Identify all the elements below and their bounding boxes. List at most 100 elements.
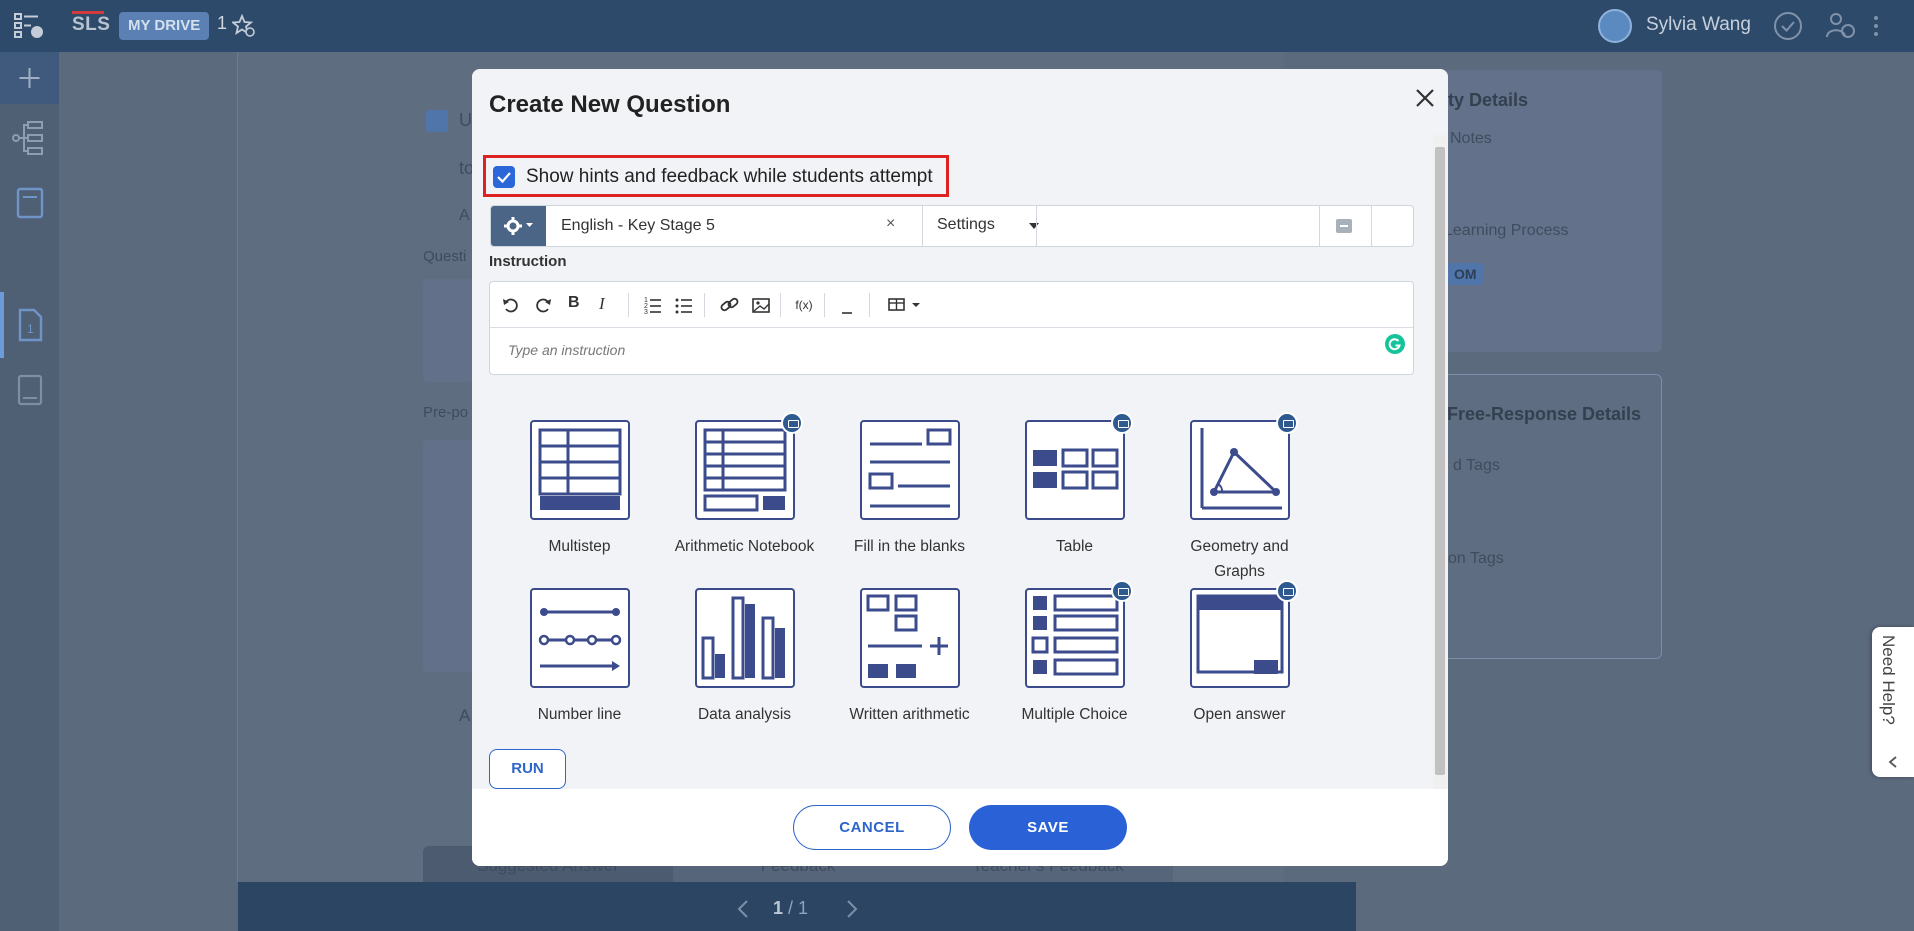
- run-button[interactable]: RUN: [489, 749, 566, 789]
- save-button[interactable]: SAVE: [969, 805, 1127, 850]
- bullet-list-icon[interactable]: [675, 294, 693, 316]
- people-switch-icon[interactable]: [1824, 11, 1856, 46]
- chevron-right-icon[interactable]: [845, 899, 859, 919]
- qtype-label: Geometry and Graphs: [1190, 538, 1289, 580]
- qtype-label: Written arithmetic: [849, 706, 970, 723]
- chevron-left-icon[interactable]: [736, 899, 750, 919]
- italic-icon[interactable]: I: [599, 294, 605, 316]
- instruction-editor[interactable]: B I 123 f(x) Type an instruction: [489, 281, 1414, 375]
- qtype-fill-in-the-blanks[interactable]: Fill in the blanks: [837, 420, 982, 559]
- blank-line-icon[interactable]: [840, 294, 854, 316]
- bg-text-fragment: A: [459, 706, 471, 725]
- qtype-multiple-choice[interactable]: Multiple Choice: [1002, 580, 1147, 727]
- active-indicator: [0, 292, 4, 358]
- instruction-label: Instruction: [489, 253, 567, 270]
- chevron-left-small-icon: [1888, 756, 1897, 768]
- divider: [1036, 206, 1037, 246]
- add-button[interactable]: [0, 52, 59, 104]
- tag-clear-button[interactable]: ×: [886, 215, 895, 233]
- qtype-table[interactable]: Table: [1002, 412, 1147, 559]
- divider: [922, 206, 923, 246]
- multistep-icon: [529, 420, 630, 520]
- hint-feedback-option[interactable]: Show hints and feedback while students a…: [483, 155, 949, 197]
- ordered-list-icon[interactable]: 123: [644, 294, 662, 316]
- cancel-button[interactable]: CANCEL: [793, 805, 951, 850]
- grammarly-icon[interactable]: [1385, 334, 1405, 354]
- pager-current: 1: [773, 898, 784, 918]
- close-icon[interactable]: [1410, 83, 1440, 113]
- more-vertical-icon[interactable]: [1872, 14, 1880, 43]
- scrollbar[interactable]: [1433, 135, 1447, 790]
- collapse-icon[interactable]: [1336, 219, 1352, 233]
- qtype-label: Table: [1055, 538, 1094, 555]
- qtype-multistep[interactable]: Multistep: [507, 420, 652, 559]
- divider: [628, 293, 629, 317]
- qtype-label: Open answer: [1193, 706, 1286, 723]
- geometry-graphs-icon: [1189, 412, 1298, 520]
- need-help-tab[interactable]: Need Help?: [1872, 627, 1914, 777]
- tree-structure-icon[interactable]: [10, 118, 50, 158]
- qtype-open-answer[interactable]: Open answer: [1167, 580, 1312, 727]
- bg-prepost-label: Pre-po: [423, 404, 469, 421]
- my-drive-badge[interactable]: MY DRIVE: [119, 12, 210, 40]
- qtype-label: Multistep: [548, 538, 611, 555]
- bg-badge: OM: [1448, 263, 1483, 285]
- redo-icon[interactable]: [534, 294, 552, 316]
- avatar[interactable]: [1598, 9, 1632, 43]
- divider: [780, 293, 781, 317]
- table-icon[interactable]: [888, 294, 922, 316]
- tag-bar: English - Key Stage 5 × Settings: [490, 205, 1414, 247]
- modal-title: Create New Question: [489, 91, 731, 118]
- image-icon[interactable]: [751, 294, 771, 316]
- left-sidebar: 1: [0, 52, 59, 931]
- book-icon[interactable]: [10, 183, 50, 223]
- qtype-label: Fill in the blanks: [853, 538, 966, 555]
- undo-icon[interactable]: [502, 294, 520, 316]
- notebook-icon[interactable]: [10, 318, 50, 358]
- bg-text-fragment: U: [459, 110, 472, 130]
- divider: [869, 293, 870, 317]
- divider: [1371, 206, 1372, 246]
- qtype-arithmetic-notebook[interactable]: Arithmetic Notebook: [672, 412, 817, 559]
- bg-free-response-title: Free-Response Details: [1447, 404, 1642, 424]
- bold-icon[interactable]: B: [568, 294, 580, 316]
- bg-details-title: ty Details: [1448, 90, 1529, 110]
- table-type-icon: [1024, 412, 1133, 520]
- link-icon[interactable]: [720, 294, 740, 316]
- bg-checkbox: [426, 110, 448, 132]
- settings-dropdown[interactable]: Settings: [937, 216, 995, 234]
- task-list-icon[interactable]: [14, 12, 44, 45]
- user-name[interactable]: Sylvia Wang: [1646, 14, 1751, 36]
- data-analysis-icon: [694, 588, 795, 688]
- bg-tags-label: d Tags: [1453, 457, 1500, 474]
- star-settings-icon[interactable]: [230, 13, 256, 43]
- hint-label: Show hints and feedback while students a…: [526, 166, 933, 187]
- modal-footer: CANCEL SAVE: [472, 789, 1448, 866]
- written-arithmetic-icon: [859, 588, 960, 688]
- qtype-written-arithmetic[interactable]: Written arithmetic: [837, 588, 982, 727]
- qtype-number-line[interactable]: Number line: [507, 588, 652, 727]
- drive-count: 1: [217, 13, 228, 33]
- tag-language[interactable]: English - Key Stage 5: [561, 217, 715, 235]
- qtype-label: Number line: [537, 706, 622, 723]
- hint-checkbox[interactable]: [493, 166, 515, 188]
- top-bar: SLS MY DRIVE 1 Sylvia Wang: [0, 0, 1914, 52]
- qtype-label: Arithmetic Notebook: [674, 538, 815, 555]
- check-circle-icon[interactable]: [1773, 11, 1803, 46]
- qtype-label: Data analysis: [697, 706, 792, 723]
- pager: 1 / 1: [773, 898, 808, 919]
- create-question-modal: Create New Question Show hints and feedb…: [472, 69, 1448, 866]
- svg-text:3: 3: [644, 309, 648, 316]
- tag-settings-button[interactable]: [491, 206, 546, 246]
- divider: [824, 293, 825, 317]
- bg-question-label: Questi: [423, 248, 467, 265]
- instruction-placeholder: Type an instruction: [508, 342, 626, 358]
- sls-logo[interactable]: SLS: [72, 11, 110, 36]
- library-book-icon[interactable]: [10, 370, 50, 410]
- divider: [1319, 206, 1320, 246]
- scroll-thumb[interactable]: [1435, 147, 1445, 775]
- qtype-geometry-graphs[interactable]: Geometry and Graphs: [1167, 412, 1312, 584]
- formula-icon[interactable]: f(x): [795, 298, 813, 320]
- bg-tags-label-2: on Tags: [1448, 550, 1504, 567]
- qtype-data-analysis[interactable]: Data analysis: [672, 588, 817, 727]
